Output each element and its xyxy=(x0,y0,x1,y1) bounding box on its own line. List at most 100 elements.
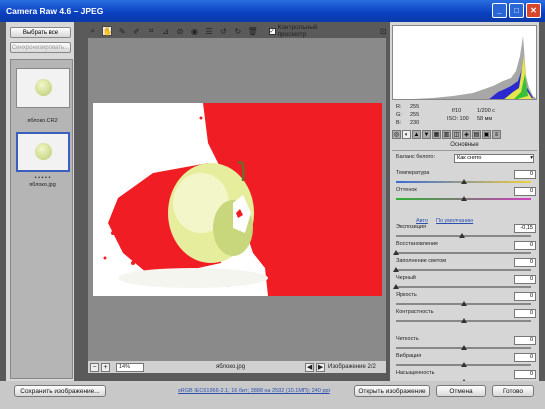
tab-detail[interactable]: ▼ xyxy=(422,130,431,139)
slider-knob[interactable] xyxy=(459,233,466,238)
filmstrip: яблоко.CR2 • • • • • яблоко.jpg xyxy=(10,59,73,379)
preview-checkbox-box[interactable]: ✓ xyxy=(268,27,276,35)
slider-value-field[interactable]: 0 xyxy=(514,292,536,301)
fullscreen-icon[interactable]: ⊡ xyxy=(379,26,388,36)
slider-track[interactable] xyxy=(396,286,531,288)
iso: ISO: 100 xyxy=(447,116,469,122)
filmstrip-pane: Выбрать все Синхронизировать... яблоко.C… xyxy=(6,22,74,381)
slider-value-field[interactable]: 0 xyxy=(514,370,536,379)
tab-snapshots[interactable]: ▣ xyxy=(482,130,491,139)
color-sampler-icon[interactable]: ✐ xyxy=(132,26,141,36)
tab-lens[interactable]: ◫ xyxy=(452,130,461,139)
tab-camera-icon[interactable]: ◎ xyxy=(392,130,401,139)
slider-value-field[interactable]: 0 xyxy=(514,170,536,179)
slider-knob[interactable] xyxy=(393,267,399,272)
aperture: f/10 xyxy=(452,108,462,114)
preview-label: Контрольный просмотр xyxy=(277,24,318,38)
slider-value-field[interactable]: 0 xyxy=(514,241,536,250)
wb-select[interactable]: Как снято ▾ xyxy=(454,154,534,163)
next-image-button[interactable]: ▶ xyxy=(316,362,326,372)
tab-basic[interactable]: ◐ xyxy=(402,130,411,139)
slider-knob[interactable] xyxy=(460,301,467,306)
window-controls: _ □ ✕ xyxy=(492,3,541,18)
trash-icon[interactable]: 🗑 xyxy=(247,26,257,36)
slider-value-field[interactable]: 0 xyxy=(514,275,536,284)
wb-label: Баланс белого: xyxy=(396,154,436,160)
histogram xyxy=(392,25,537,100)
b-label: B: xyxy=(396,120,402,126)
maximize-button[interactable]: □ xyxy=(509,3,524,18)
apple-photo-svg xyxy=(93,103,382,296)
tab-split-toning[interactable]: ▥ xyxy=(442,130,451,139)
slider-knob[interactable] xyxy=(393,250,399,255)
preview-checkbox[interactable]: ✓ Контрольный просмотр xyxy=(268,24,344,38)
slider-knob[interactable] xyxy=(460,196,467,201)
slider-value-field[interactable]: 0 xyxy=(514,336,536,345)
tab-presets[interactable]: ▤ xyxy=(472,130,481,139)
hand-icon[interactable]: ✋ xyxy=(102,26,113,36)
panel-menu-icon[interactable]: ≡ xyxy=(492,130,501,139)
open-image-button[interactable]: Открыть изображение xyxy=(354,385,430,397)
select-all-button[interactable]: Выбрать все xyxy=(10,27,71,38)
slider-knob[interactable] xyxy=(460,362,467,367)
zoom-icon[interactable]: ⌕ xyxy=(88,26,97,36)
slider-knob[interactable] xyxy=(393,284,399,289)
slider-value-field[interactable]: 0 xyxy=(514,353,536,362)
prev-image-button[interactable]: ◀ xyxy=(305,362,315,372)
bottom-bar: Сохранить изображение... sRGB IEC61966-2… xyxy=(0,381,545,409)
rotate-right-icon[interactable]: ↻ xyxy=(233,26,242,36)
pixel-info: R: 255 G: 255 B: 230 f/10 1/200 с ISO: 1… xyxy=(392,102,537,128)
slider-control: Контрастность 0 xyxy=(396,309,536,324)
thumbnail-cr2[interactable] xyxy=(16,68,70,108)
slider-label: Четкость xyxy=(396,336,419,342)
minimize-button[interactable]: _ xyxy=(492,3,507,18)
apple-thumbnail-image xyxy=(35,143,52,160)
eyedropper-icon[interactable]: ✎ xyxy=(117,26,126,36)
slider-knob[interactable] xyxy=(460,318,467,323)
close-button[interactable]: ✕ xyxy=(526,3,541,18)
wb-value: Как снято xyxy=(457,155,482,161)
chevron-down-icon: ▾ xyxy=(530,155,533,161)
tab-tone-curve[interactable]: ▲ xyxy=(412,130,421,139)
panel-tabs: ◎ ◐ ▲ ▼ ▦ ▥ ◫ ◈ ▤ ▣ ≡ xyxy=(392,130,537,141)
zoom-in-button[interactable]: + xyxy=(101,362,110,372)
slider-value-field[interactable]: 0 xyxy=(514,258,536,267)
slider-knob[interactable] xyxy=(460,179,467,184)
slider-label: Восстановление xyxy=(396,241,439,247)
zoom-select[interactable]: 14% xyxy=(116,362,144,372)
slider-label: Контрастность xyxy=(396,309,434,315)
slider-value-field[interactable]: 0 xyxy=(514,187,536,196)
slider-control: Вибрация 0 xyxy=(396,353,536,368)
rotate-left-icon[interactable]: ↺ xyxy=(219,26,228,36)
slider-knob[interactable] xyxy=(460,345,467,350)
slider-value-field[interactable]: -0,15 xyxy=(514,224,536,233)
apple-thumbnail-image xyxy=(35,79,52,96)
tab-hsl[interactable]: ▦ xyxy=(432,130,441,139)
tab-calibration[interactable]: ◈ xyxy=(462,130,471,139)
slider-track[interactable] xyxy=(396,269,531,271)
straighten-icon[interactable]: ⊿ xyxy=(161,26,170,36)
synchronize-button[interactable]: Синхронизировать... xyxy=(10,42,71,53)
crop-icon[interactable]: ⌗ xyxy=(146,26,155,36)
thumbnail-jpg[interactable] xyxy=(16,132,70,172)
zoom-out-button[interactable]: − xyxy=(90,362,99,372)
slider-control: Яркость 0 xyxy=(396,292,536,307)
slider-label: Насыщенность xyxy=(396,370,435,376)
title-bar: Camera Raw 4.6 – JPEG _ □ ✕ xyxy=(0,0,545,22)
slider-track[interactable] xyxy=(396,252,531,254)
panel-title: Основные xyxy=(392,142,537,151)
red-eye-icon[interactable]: ◉ xyxy=(190,26,199,36)
save-image-button[interactable]: Сохранить изображение... xyxy=(14,385,106,397)
slider-label: Черный xyxy=(396,275,416,281)
done-button[interactable]: Готово xyxy=(492,385,534,397)
b-value: 230 xyxy=(410,120,420,126)
retouch-icon[interactable]: ⊘ xyxy=(175,26,184,36)
preferences-icon[interactable]: ☰ xyxy=(204,26,213,36)
workflow-options-link[interactable]: sRGB IEC61966-2.1; 16 бит; 3888 на 2592 … xyxy=(178,388,330,394)
cancel-button[interactable]: Отмена xyxy=(436,385,486,397)
histogram-graph xyxy=(393,26,536,99)
slider-label: Яркость xyxy=(396,292,417,298)
preview-canvas[interactable] xyxy=(88,38,386,361)
slider-value-field[interactable]: 0 xyxy=(514,309,536,318)
slider-control: Экспозиция -0,15 xyxy=(396,224,536,239)
